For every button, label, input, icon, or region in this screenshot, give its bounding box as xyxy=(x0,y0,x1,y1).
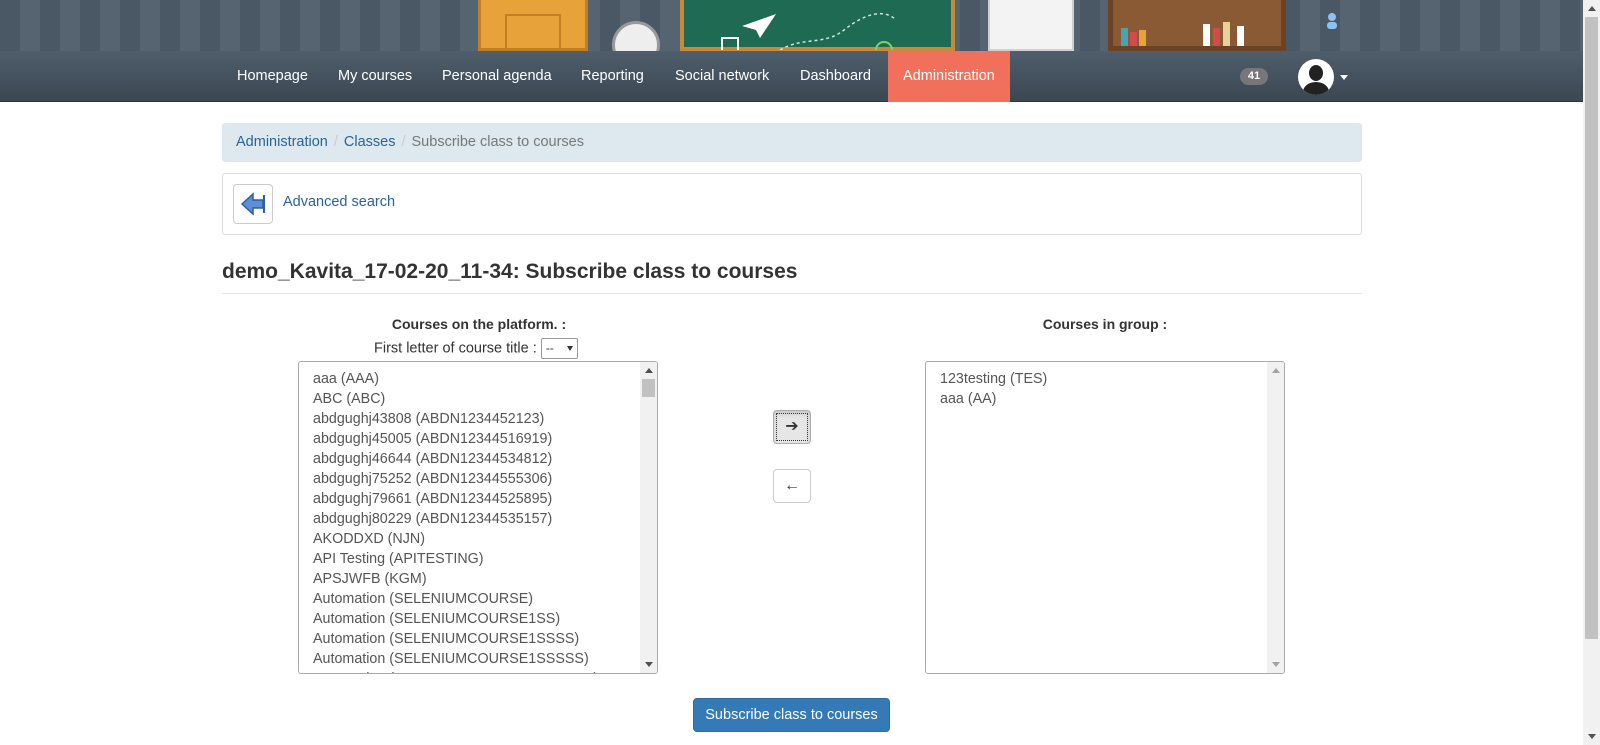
banner-clock-illustration xyxy=(612,21,660,51)
course-option[interactable]: abdgughj45005 (ABDN12344516919) xyxy=(313,429,643,449)
paper-plane-icon xyxy=(721,12,897,51)
breadcrumb-current: Subscribe class to courses xyxy=(411,134,584,150)
scroll-up-icon[interactable] xyxy=(1272,368,1280,373)
user-status-icon xyxy=(1325,12,1339,30)
scroll-up-icon[interactable] xyxy=(645,368,653,373)
nav-dashboard[interactable]: Dashboard xyxy=(785,51,886,102)
course-option[interactable]: aaa (AAA) xyxy=(313,369,643,389)
back-button[interactable] xyxy=(233,184,273,224)
action-toolbar: Advanced search xyxy=(222,173,1362,235)
nav-personal-agenda[interactable]: Personal agenda xyxy=(427,51,567,102)
scrollbar-thumb[interactable] xyxy=(1585,17,1598,639)
nav-reporting[interactable]: Reporting xyxy=(566,51,659,102)
platform-courses-list[interactable]: aaa (AAA) ABC (ABC) abdgughj43808 (ABDN123… xyxy=(298,361,658,674)
remove-course-button[interactable]: ← xyxy=(773,469,811,503)
scroll-down-icon[interactable] xyxy=(1588,734,1596,739)
advanced-search-link[interactable]: Advanced search xyxy=(283,194,395,210)
back-arrow-icon xyxy=(240,192,265,216)
group-courses-label: Courses in group : xyxy=(1042,316,1168,332)
banner-paper-illustration xyxy=(988,0,1074,51)
course-option[interactable]: abdgughj46644 (ABDN12344534812) xyxy=(313,449,643,469)
chevron-down-icon[interactable] xyxy=(1340,75,1348,80)
add-course-button[interactable]: ➔ xyxy=(773,410,811,444)
nav-social-network[interactable]: Social network xyxy=(660,51,784,102)
platform-courses-label: Courses on the platform. : xyxy=(391,316,567,332)
course-option[interactable]: API Testing (APITESTING) xyxy=(313,549,643,569)
group-courses-list[interactable]: 123testing (TES) aaa (AA) xyxy=(925,361,1285,674)
banner-door-illustration xyxy=(478,0,588,51)
breadcrumb: Administration / Classes / Subscribe class t… xyxy=(222,123,1362,162)
subscribe-class-button[interactable]: Subscribe class to courses xyxy=(693,698,890,732)
course-option[interactable]: abdgughj43808 (ABDN1234452123) xyxy=(313,409,643,429)
scroll-up-icon[interactable] xyxy=(1588,6,1596,11)
course-option[interactable]: 123testing (TES) xyxy=(940,369,1270,389)
listbox-scrollbar[interactable] xyxy=(1267,362,1284,673)
breadcrumb-administration[interactable]: Administration xyxy=(236,134,328,150)
arrow-right-icon: ➔ xyxy=(785,418,799,435)
scroll-down-icon[interactable] xyxy=(645,662,653,667)
breadcrumb-separator: / xyxy=(401,134,406,150)
course-option[interactable]: abdgughj79661 (ABDN12344525895) xyxy=(313,489,643,509)
notification-badge[interactable]: 41 xyxy=(1240,68,1268,85)
course-option[interactable]: aaa (AA) xyxy=(940,389,1270,409)
user-avatar[interactable] xyxy=(1298,59,1334,95)
course-option[interactable]: abdgughj80229 (ABDN12344535157) xyxy=(313,509,643,529)
first-letter-select[interactable]: -- xyxy=(540,338,578,359)
listbox-scrollbar[interactable] xyxy=(640,362,657,673)
first-letter-filter: First letter of course title : -- xyxy=(374,338,578,359)
course-option[interactable]: Automation (SELENIUMCOURSE) xyxy=(313,589,643,609)
platform-courses-options: aaa (AAA) ABC (ABC) abdgughj43808 (ABDN123… xyxy=(299,362,657,673)
scrollbar-thumb[interactable] xyxy=(642,379,655,397)
course-option[interactable]: Automation (SELENIUMCOURSE1SSSS) xyxy=(313,629,643,649)
header-banner xyxy=(0,0,1583,51)
nav-my-courses[interactable]: My courses xyxy=(323,51,427,102)
page-title: demo_Kavita_17-02-20_11-34: Subscribe cl… xyxy=(222,260,1362,294)
banner-bookshelf-illustration xyxy=(1108,0,1286,51)
course-option[interactable]: ABC (ABC) xyxy=(313,389,643,409)
scroll-down-icon[interactable] xyxy=(1272,662,1280,667)
first-letter-label: First letter of course title : xyxy=(374,340,537,357)
course-option[interactable]: Automation (SELENIUMCOURSE1SSSSSS) xyxy=(313,669,643,673)
course-option[interactable]: APSJWFB (KGM) xyxy=(313,569,643,589)
banner-chalkboard-illustration xyxy=(680,0,955,51)
course-option[interactable]: Automation (SELENIUMCOURSE1SSSSS) xyxy=(313,649,643,669)
arrow-left-icon: ← xyxy=(784,477,800,494)
group-courses-options: 123testing (TES) aaa (AA) xyxy=(926,362,1284,416)
nav-homepage[interactable]: Homepage xyxy=(222,51,323,102)
breadcrumb-separator: / xyxy=(333,134,338,150)
page-scrollbar[interactable] xyxy=(1583,0,1600,745)
breadcrumb-classes[interactable]: Classes xyxy=(344,134,396,150)
course-option[interactable]: abdgughj75252 (ABDN12344555306) xyxy=(313,469,643,489)
course-option[interactable]: AKODDXD (NJN) xyxy=(313,529,643,549)
course-option[interactable]: Automation (SELENIUMCOURSE1SS) xyxy=(313,609,643,629)
nav-administration[interactable]: Administration xyxy=(888,51,1010,102)
